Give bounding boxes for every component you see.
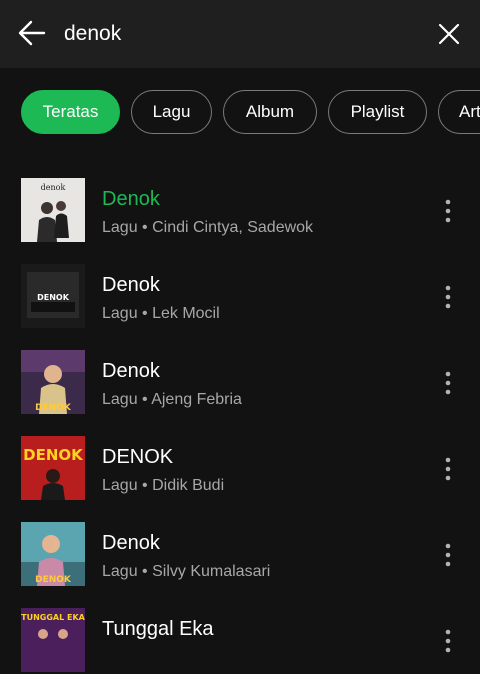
filter-chip-teratas[interactable]: Teratas <box>21 90 120 134</box>
album-art-text: DENOK <box>35 403 72 413</box>
more-options-button[interactable] <box>436 366 460 400</box>
back-button[interactable] <box>14 16 50 50</box>
song-title: Denok <box>102 188 160 210</box>
filter-chip-lagu[interactable]: Lagu <box>131 90 212 134</box>
album-art-text: DENOK <box>35 575 72 585</box>
more-vertical-icon <box>445 457 451 481</box>
song-subtitle: Lagu • Silvy Kumalasari <box>102 563 271 580</box>
more-options-button[interactable] <box>436 538 460 572</box>
result-row[interactable]: TUNGGAL EKA Tunggal Eka <box>0 608 480 674</box>
more-options-button[interactable] <box>436 624 460 658</box>
song-title: Denok <box>102 360 160 382</box>
album-art: DENOK <box>21 522 85 586</box>
more-options-button[interactable] <box>436 452 460 486</box>
more-vertical-icon <box>445 629 451 653</box>
song-subtitle: Lagu • Cindi Cintya, Sadewok <box>102 219 314 236</box>
album-art-text: denok <box>41 183 66 192</box>
result-row[interactable]: denok Denok Lagu • Cindi Cintya, Sadewok <box>0 178 480 244</box>
song-title: Tunggal Eka <box>102 618 214 640</box>
album-art-text: DENOK <box>37 293 70 302</box>
song-subtitle: Lagu • Didik Budi <box>102 477 225 494</box>
song-subtitle: Lagu • Lek Mocil <box>102 305 220 322</box>
more-vertical-icon <box>445 285 451 309</box>
result-row[interactable]: DENOK Denok Lagu • Lek Mocil <box>0 264 480 330</box>
filter-chips: Teratas Lagu Album Playlist Artis <box>0 90 480 138</box>
search-header: denok <box>0 0 480 68</box>
album-art: TUNGGAL EKA <box>21 608 85 672</box>
album-art: DENOK <box>21 264 85 328</box>
song-subtitle: Lagu • Ajeng Febria <box>102 391 242 408</box>
album-art-text: TUNGGAL EKA <box>21 613 85 622</box>
more-vertical-icon <box>445 543 451 567</box>
song-title: DENOK <box>102 446 174 468</box>
search-input[interactable]: denok <box>64 20 121 48</box>
more-vertical-icon <box>445 371 451 395</box>
song-title: Denok <box>102 532 160 554</box>
filter-chip-album[interactable]: Album <box>223 90 317 134</box>
album-art: DENOK <box>21 350 85 414</box>
result-row[interactable]: DENOK Denok Lagu • Ajeng Febria <box>0 350 480 416</box>
arrow-left-icon <box>18 20 46 46</box>
more-options-button[interactable] <box>436 280 460 314</box>
result-row[interactable]: DENOK DENOK Lagu • Didik Budi <box>0 436 480 502</box>
filter-chip-playlist[interactable]: Playlist <box>328 90 427 134</box>
song-title: Denok <box>102 274 160 296</box>
clear-search-button[interactable] <box>432 17 466 51</box>
album-art-text: DENOK <box>23 446 84 464</box>
more-vertical-icon <box>445 199 451 223</box>
filter-chip-artis[interactable]: Artis <box>438 90 480 134</box>
album-art: DENOK <box>21 436 85 500</box>
result-row[interactable]: DENOK Denok Lagu • Silvy Kumalasari <box>0 522 480 588</box>
more-options-button[interactable] <box>436 194 460 228</box>
album-art: denok <box>21 178 85 242</box>
close-icon <box>438 23 460 45</box>
